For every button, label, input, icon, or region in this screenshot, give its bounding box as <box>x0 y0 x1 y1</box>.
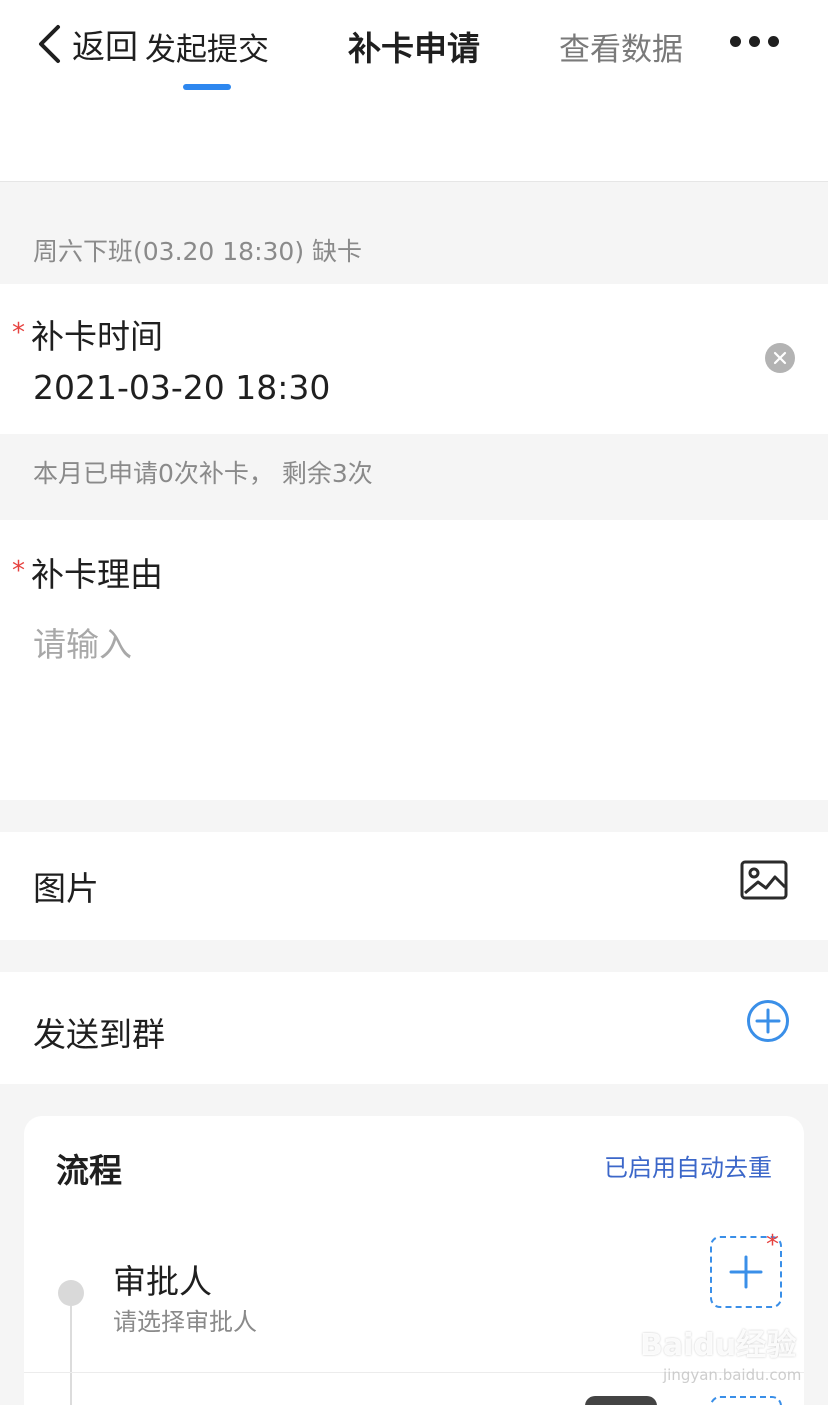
plus-circle-icon[interactable] <box>746 999 790 1043</box>
plus-icon <box>729 1255 763 1289</box>
reissue-time-value: 2021-03-20 18:30 <box>33 368 331 407</box>
watermark-brand: Baidu经验 <box>640 1328 797 1363</box>
picture-label: 图片 <box>33 869 99 908</box>
required-mark: * <box>766 1230 779 1260</box>
image-icon[interactable] <box>740 860 788 900</box>
add-cc-button[interactable] <box>710 1396 782 1405</box>
tab-bar <box>0 90 828 182</box>
picture-row[interactable] <box>0 832 828 940</box>
reason-label: 补卡理由 <box>31 555 163 594</box>
reissue-time-label: 补卡时间 <box>31 317 163 356</box>
reissue-time-field[interactable] <box>0 284 828 434</box>
reason-input[interactable]: 请输入 <box>33 618 132 666</box>
required-mark: * <box>12 318 25 348</box>
active-tab-indicator <box>183 84 231 90</box>
timeline-dot <box>58 1280 84 1306</box>
tab-submit[interactable]: 发起提交 <box>57 24 357 69</box>
process-title: 流程 <box>56 1151 122 1190</box>
missing-punch-notice: 周六下班(03.20 18:30) 缺卡 <box>33 237 363 266</box>
timeline-line <box>70 1306 72 1405</box>
approver-hint: 请选择审批人 <box>113 1308 257 1336</box>
required-mark: * <box>12 556 25 586</box>
clear-icon[interactable] <box>765 343 795 373</box>
tab-view-data[interactable]: 查看数据 <box>471 24 771 69</box>
dedupe-status[interactable]: 已启用自动去重 <box>560 1148 772 1183</box>
approver-label: 审批人 <box>113 1262 212 1301</box>
watermark-url: jingyan.baidu.com <box>663 1366 802 1384</box>
quota-hint: 本月已申请0次补卡， 剩余3次 <box>33 459 373 488</box>
avatar <box>585 1396 657 1405</box>
send-to-group-label: 发送到群 <box>33 1015 165 1054</box>
